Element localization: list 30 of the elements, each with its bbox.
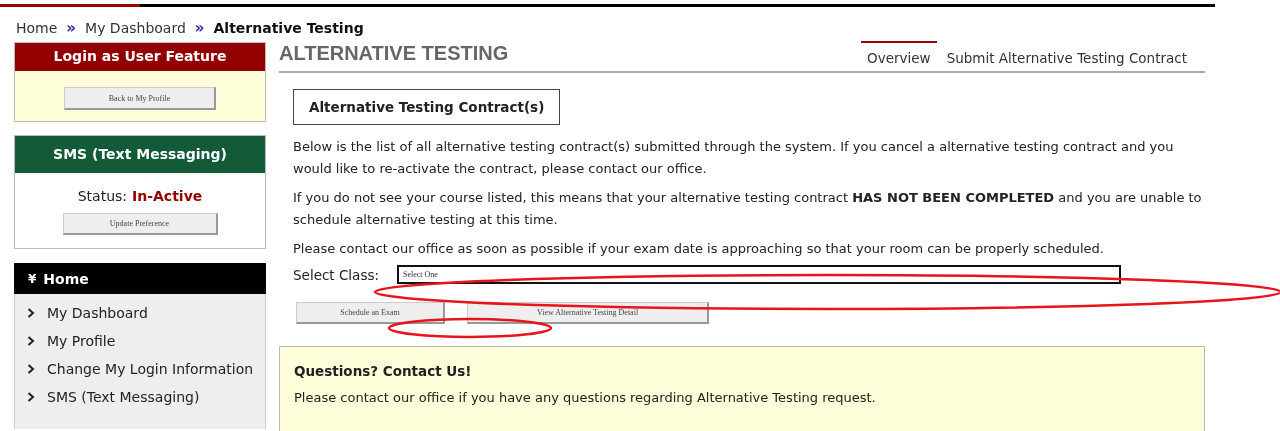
page-title: ALTERNATIVE TESTING [279,42,509,65]
nav-item[interactable]: My Dashboard [25,299,265,327]
panel-header: Login as User Feature [15,43,265,71]
paragraph: Below is the list of all alternative testing contract(s) submitted through the system. If you cancel a alternative testing contract and you would like to re-activate the contract, please contact our office. [293,138,1175,178]
section-title: Alternative Testing Contract(s) [293,89,561,125]
panel-header: SMS (Text Messaging) [15,136,265,173]
nav-item[interactable]: My Profile [25,327,265,355]
breadcrumb-current: Alternative Testing [213,20,364,36]
status-value: In-Active [132,188,203,204]
action-button[interactable]: Schedule an Exam [296,302,445,324]
breadcrumb-link[interactable]: Home [16,20,58,36]
contact-title: Questions? Contact Us! [294,363,473,379]
back-to-profile-button[interactable]: Back to My Profile [64,87,216,110]
tab[interactable]: Submit Alternative Testing Contract [940,41,1193,71]
paragraph: If you do not see your course listed, this means that your alternative testing contract HAS NOT BEEN COMPLETED and you are unable to schedule alternative testing at this time. [293,189,1203,229]
field-label: Select Class: [293,266,379,283]
breadcrumb-separator-icon: » [66,19,77,37]
nav-title: Home [43,270,89,287]
class-dropdown[interactable]: Select One [397,265,1121,284]
contact-text: Please contact our office if you have any questions regarding Alternative Testing request. [294,390,877,405]
double-chevron-icon: ¥ [28,271,37,286]
breadcrumb-link[interactable]: My Dashboard [85,20,186,36]
nav-item[interactable]: SMS (Text Messaging) [25,383,265,411]
nav-header[interactable]: ¥ Home [14,263,266,294]
paragraph: Please contact our office as soon as possible if your exam date is approaching so that your room can be properly scheduled. [293,240,1105,258]
tab[interactable]: Overview [861,41,937,71]
status-label: Status: [77,188,128,204]
update-preference-button[interactable]: Update Preference [62,213,218,235]
nav-item[interactable]: Change My Login Information [25,355,265,383]
breadcrumb-separator-icon: » [194,19,205,37]
